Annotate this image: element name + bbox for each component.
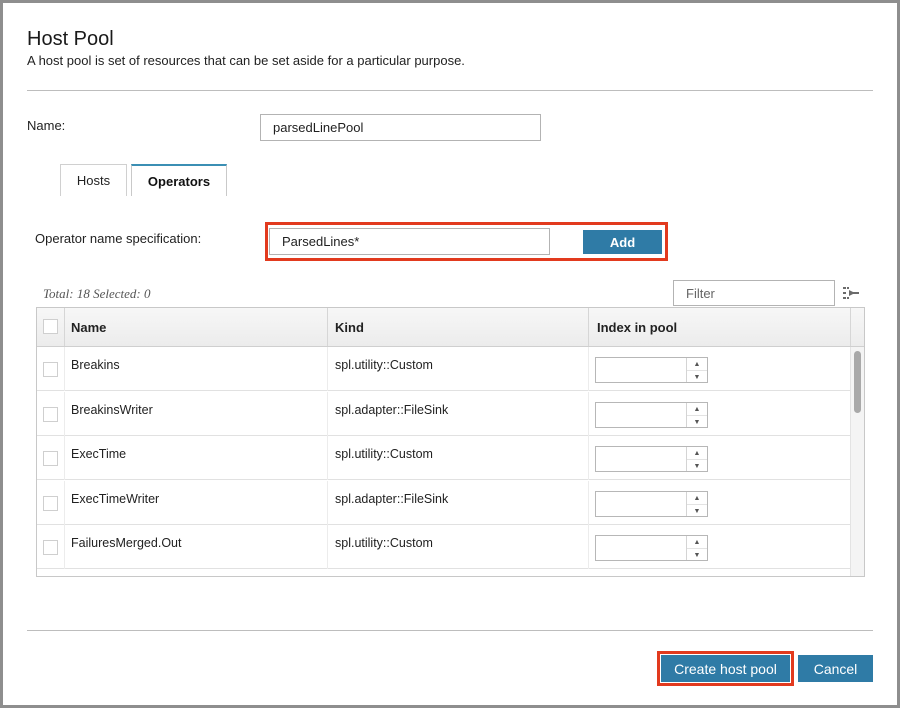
operator-kind: spl.utility::Custom [335,536,433,550]
index-in-pool-spinner[interactable]: ▲ ▼ [595,357,708,383]
column-header-name[interactable]: Name [71,308,106,346]
table-row[interactable]: Breakins spl.utility::Custom ▲ ▼ [37,347,851,391]
decrement-icon[interactable]: ▼ [687,548,707,561]
decrement-icon[interactable]: ▼ [687,415,707,428]
increment-icon[interactable]: ▲ [687,447,707,459]
create-host-pool-button[interactable]: Create host pool [661,655,790,682]
increment-icon[interactable]: ▲ [687,492,707,504]
footer-divider [27,630,873,631]
row-checkbox[interactable] [43,496,58,511]
filter-input[interactable] [673,280,835,306]
scrollbar-thumb[interactable] [854,351,861,413]
operator-name: FailuresMerged.Out [71,536,182,550]
decrement-icon[interactable]: ▼ [687,459,707,472]
operator-name: ExecTimeWriter [71,492,160,506]
table-row[interactable]: FailuresMerged.Out spl.utility::Custom ▲ ▼ [37,525,851,569]
header-divider [27,90,873,91]
operator-name: ExecTime [71,447,127,461]
row-checkbox[interactable] [43,451,58,466]
table-header: Name Kind Index in pool [37,308,864,347]
operator-kind: spl.utility::Custom [335,358,433,372]
increment-icon[interactable]: ▲ [687,536,707,548]
select-all-checkbox[interactable] [43,319,58,334]
tab-operators[interactable]: Operators [131,164,227,196]
filter-options-icon[interactable] [841,283,861,303]
selection-summary: Total: 18 Selected: 0 [43,286,151,301]
name-label: Name: [27,118,66,133]
increment-icon[interactable]: ▲ [687,358,707,370]
decrement-icon[interactable]: ▼ [687,504,707,517]
add-button[interactable]: Add [583,230,662,254]
row-checkbox[interactable] [43,407,58,422]
dialog-title: Host Pool [27,28,114,50]
tab-hosts[interactable]: Hosts [60,164,127,196]
column-header-index[interactable]: Index in pool [597,308,677,346]
row-checkbox[interactable] [43,362,58,377]
operator-spec-input[interactable] [269,228,550,255]
decrement-icon[interactable]: ▼ [687,370,707,383]
column-header-kind[interactable]: Kind [335,308,364,346]
cancel-button[interactable]: Cancel [798,655,873,682]
index-in-pool-spinner[interactable]: ▲ ▼ [595,491,708,517]
table-row[interactable]: ExecTime spl.utility::Custom ▲ ▼ [37,436,851,480]
table-row[interactable]: ExecTimeWriter spl.adapter::FileSink ▲ ▼ [37,481,851,525]
host-pool-dialog: Host Pool A host pool is set of resource… [3,3,897,705]
operator-name: Breakins [71,358,120,372]
row-checkbox[interactable] [43,540,58,555]
index-in-pool-spinner[interactable]: ▲ ▼ [595,446,708,472]
operator-kind: spl.utility::Custom [335,447,433,461]
name-input[interactable] [260,114,541,141]
increment-icon[interactable]: ▲ [687,403,707,415]
table-scrollbar[interactable] [850,347,864,576]
operator-spec-label: Operator name specification: [35,231,202,246]
table-row[interactable]: BreakinsWriter spl.adapter::FileSink ▲ ▼ [37,392,851,436]
operator-kind: spl.adapter::FileSink [335,492,449,506]
index-in-pool-spinner[interactable]: ▲ ▼ [595,535,708,561]
operator-kind: spl.adapter::FileSink [335,403,449,417]
dialog-subtitle: A host pool is set of resources that can… [27,53,465,68]
index-in-pool-spinner[interactable]: ▲ ▼ [595,402,708,428]
operator-name: BreakinsWriter [71,403,153,417]
operators-table: Name Kind Index in pool Breakins spl.util… [36,307,865,577]
